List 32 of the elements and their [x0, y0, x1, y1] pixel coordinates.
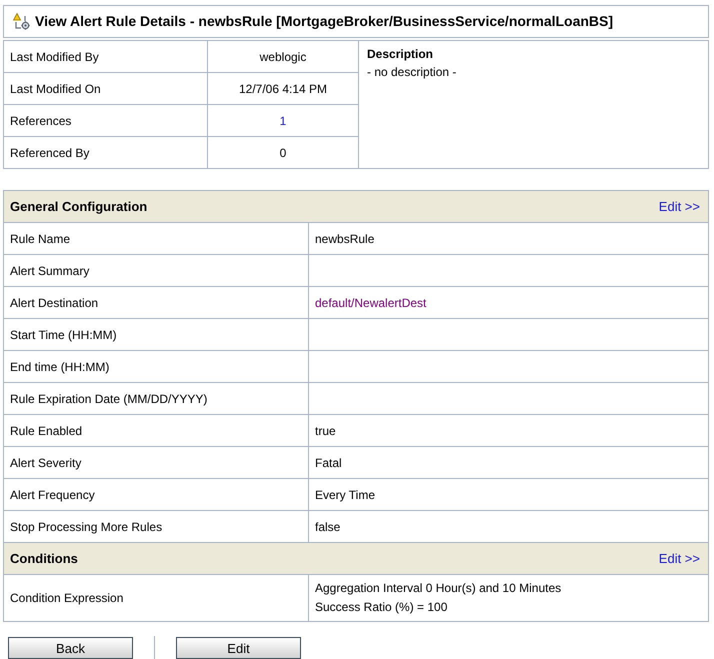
field-label: Alert Severity — [4, 446, 308, 478]
field-value: Every Time — [308, 478, 708, 510]
field-value: Fatal — [308, 446, 708, 478]
page-title: View Alert Rule Details - newbsRule [MortgageBroker/BusinessService/normalLoanBS] — [35, 12, 614, 31]
field-value-link[interactable]: 1 — [280, 114, 286, 128]
field-label: Referenced By — [4, 136, 208, 168]
field-label: Alert Summary — [4, 254, 308, 286]
field-label: Rule Name — [4, 222, 308, 254]
action-button[interactable]: Back — [8, 637, 133, 659]
field-value: newbsRule — [308, 222, 708, 254]
warning-gear-icon — [13, 13, 30, 30]
field-label: References — [4, 104, 208, 136]
description-heading: Description — [367, 46, 434, 63]
edit-link[interactable]: Edit >> — [658, 196, 700, 216]
description-text: - no description - — [367, 64, 458, 81]
field-value-link[interactable]: default/NewalertDest — [315, 296, 426, 310]
field-label: Start Time (HH:MM) — [4, 318, 308, 350]
section-title: General Configuration — [10, 198, 148, 216]
field-label: Rule Expiration Date (MM/DD/YYYY) — [4, 382, 308, 414]
field-label: Last Modified By — [4, 40, 208, 72]
field-value: true — [308, 414, 708, 446]
field-label: Alert Destination — [4, 286, 308, 318]
field-label: End time (HH:MM) — [4, 350, 308, 382]
field-label: Alert Frequency — [4, 478, 308, 510]
field-label: Rule Enabled — [4, 414, 308, 446]
section-title: Conditions — [10, 550, 78, 568]
field-value: Aggregation Interval 0 Hour(s) and 10 Minutes Success Ratio (%) = 100 — [308, 574, 708, 622]
field-label: Condition Expression — [4, 574, 308, 622]
field-value: weblogic — [208, 40, 358, 72]
edit-link[interactable]: Edit >> — [658, 548, 700, 568]
field-label: Last Modified On — [4, 72, 208, 104]
action-button[interactable]: Edit — [176, 637, 301, 659]
